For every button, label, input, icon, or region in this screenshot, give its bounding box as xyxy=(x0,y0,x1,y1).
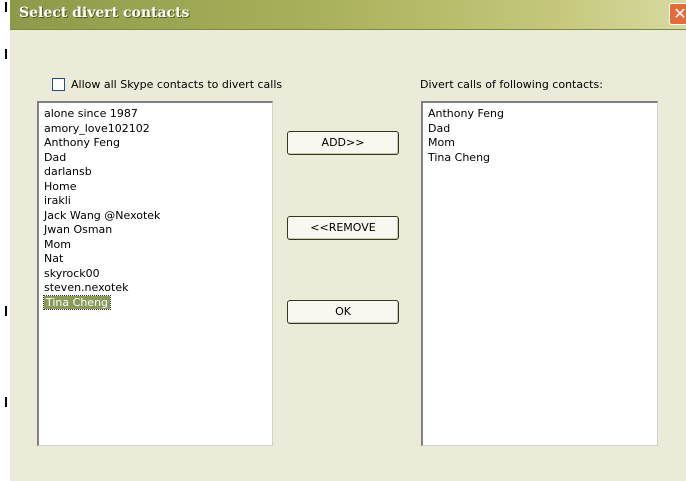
ok-button[interactable]: OK xyxy=(287,300,399,324)
list-item[interactable]: Jwan Osman xyxy=(39,223,272,238)
list-item[interactable]: Anthony Feng xyxy=(423,107,657,122)
edge-mark xyxy=(5,306,7,316)
list-item[interactable]: skyrock00 xyxy=(39,267,272,282)
close-button[interactable]: ✕ xyxy=(669,3,686,25)
list-item[interactable]: alone since 1987 xyxy=(39,107,272,122)
allow-all-checkbox[interactable] xyxy=(52,78,65,91)
list-item-selected[interactable]: Tina Cheng xyxy=(39,294,272,311)
list-item[interactable]: Anthony Feng xyxy=(39,136,272,151)
list-item[interactable]: Home xyxy=(39,180,272,195)
list-item[interactable]: amory_love102102 xyxy=(39,122,272,137)
allow-all-label[interactable]: Allow all Skype contacts to divert calls xyxy=(71,78,282,91)
add-button[interactable]: ADD>> xyxy=(287,131,399,155)
edge-mark xyxy=(5,2,7,12)
list-item[interactable]: Tina Cheng xyxy=(423,151,657,166)
edge-mark xyxy=(5,397,7,407)
list-item[interactable]: Dad xyxy=(39,151,272,166)
window-title: Select divert contacts xyxy=(19,5,190,21)
close-icon: ✕ xyxy=(673,4,686,23)
list-item[interactable]: Dad xyxy=(423,122,657,137)
background-edge xyxy=(0,0,10,481)
remove-button[interactable]: <<REMOVE xyxy=(287,216,399,240)
list-item[interactable]: Jack Wang @Nexotek xyxy=(39,209,272,224)
all-contacts-listbox[interactable]: alone since 1987 amory_love102102 Anthon… xyxy=(37,101,273,446)
title-bar[interactable]: Select divert contacts ✕ xyxy=(10,0,686,30)
divert-contacts-listbox[interactable]: Anthony Feng Dad Mom Tina Cheng xyxy=(421,101,658,446)
list-item[interactable]: Nat xyxy=(39,252,272,267)
list-item[interactable]: Mom xyxy=(423,136,657,151)
edge-mark xyxy=(5,49,7,59)
list-item[interactable]: steven.nexotek xyxy=(39,281,272,296)
divert-list-heading: Divert calls of following contacts: xyxy=(420,78,603,91)
list-item[interactable]: irakli xyxy=(39,194,272,209)
list-item[interactable]: Mom xyxy=(39,238,272,253)
list-item[interactable]: darlansb xyxy=(39,165,272,180)
